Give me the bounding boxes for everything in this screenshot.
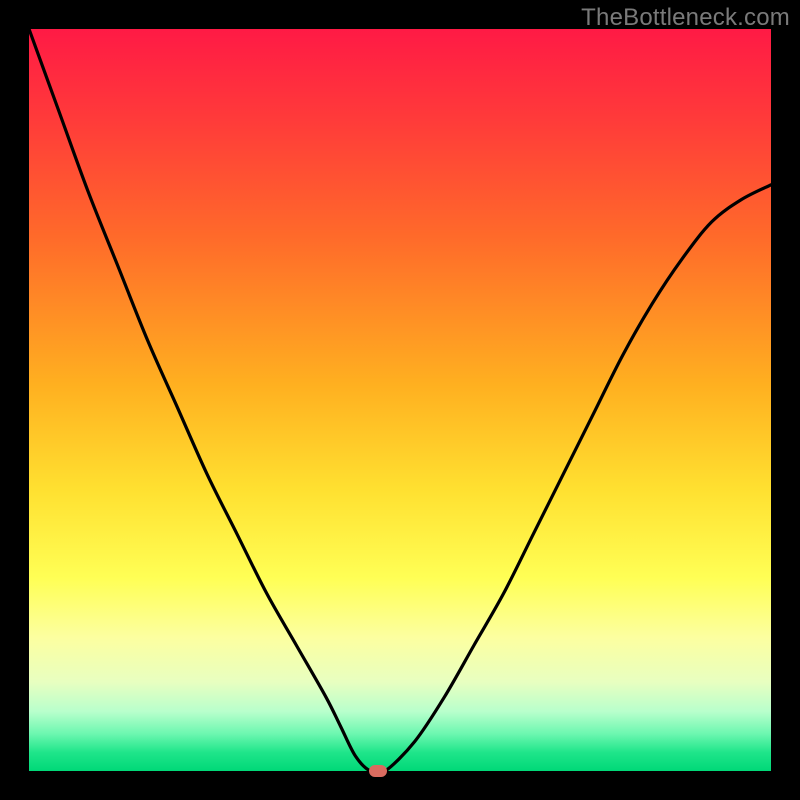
bottleneck-curve (29, 29, 771, 771)
watermark-label: TheBottleneck.com (581, 4, 790, 32)
curve-path (29, 29, 771, 771)
optimal-point-marker (369, 765, 387, 777)
chart-frame: TheBottleneck.com (0, 0, 800, 800)
plot-area (29, 29, 771, 771)
